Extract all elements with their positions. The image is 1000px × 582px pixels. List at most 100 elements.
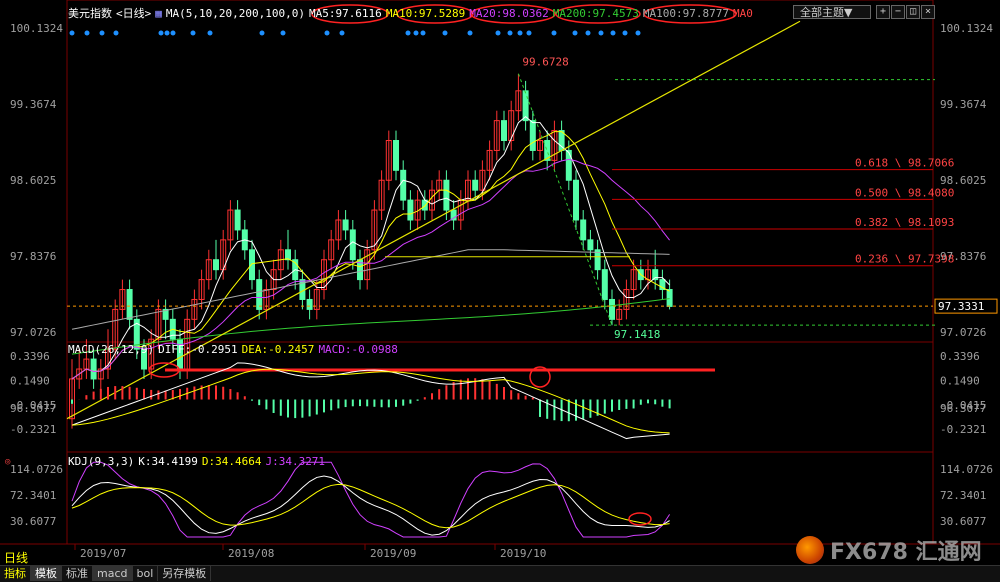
kdj-k: K:34.4199	[138, 455, 198, 468]
ma5-value: MA5:97.6116	[308, 7, 382, 20]
candle-body[interactable]	[249, 249, 255, 281]
ma200-value: MA200:97.4573	[552, 7, 639, 20]
price-axis-left-label: 98.6025	[10, 174, 56, 187]
brand-text: FX678 汇通网	[830, 540, 982, 565]
macd-header: MACD(26,12,9) DIFF:-0.2951 DEA:-0.2457 MACD…	[68, 343, 402, 356]
kdj-d-line	[71, 483, 670, 529]
kdj-d: D:34.4664	[201, 455, 262, 468]
ma100-value: MA100:97.8777	[642, 7, 729, 20]
candle-body[interactable]	[342, 219, 349, 231]
price-header: 美元指数 <日线> ▦ MA(5,10,20,200,100,0) MA5:97.611…	[68, 5, 757, 21]
trend-line[interactable]	[66, 20, 801, 420]
candle-body[interactable]	[580, 219, 587, 241]
macd-axis-left-label: -0.2321	[10, 423, 56, 436]
macd-axis-left-label: 0.3396	[10, 350, 50, 363]
candle-body[interactable]	[601, 269, 608, 300]
kdj-k-line	[71, 475, 670, 536]
signal-dot	[190, 30, 196, 36]
kdj-header: KDJ(9,3,3) K:34.4199 D:34.4664 J:34.3271	[68, 455, 329, 468]
high-annotation: 99.6728	[522, 56, 568, 69]
signal-dot	[572, 30, 578, 36]
macd-diff-line	[71, 362, 670, 440]
ma10-value: MA10:97.5289	[385, 7, 466, 20]
minus-icon[interactable]: −	[891, 5, 905, 19]
candle-body[interactable]	[472, 179, 479, 191]
signal-dot	[551, 30, 557, 36]
candle-body[interactable]	[234, 209, 241, 231]
tab-macd[interactable]: macd	[93, 566, 133, 581]
price-panel	[66, 0, 934, 343]
ma100-line	[71, 249, 670, 330]
candle-body[interactable]	[393, 140, 399, 171]
signal-dot	[113, 30, 119, 36]
macd-axis-left-label: -0.0415	[10, 399, 56, 412]
close-icon[interactable]: ×	[921, 5, 935, 19]
signal-dot	[420, 30, 426, 36]
price-axis-left-label: 97.8376	[10, 250, 56, 263]
tab-standard[interactable]: 标准	[62, 566, 93, 581]
ma20-value: MA20:98.0362	[469, 7, 549, 20]
signal-dot	[84, 30, 90, 36]
signal-dot	[324, 30, 330, 36]
tab-template[interactable]: 模板	[31, 566, 62, 581]
date-axis-label: 2019/08	[228, 547, 274, 560]
tab-bol[interactable]: bol	[133, 566, 159, 581]
signal-dot	[635, 30, 641, 36]
candle-body[interactable]	[587, 239, 594, 251]
candle-body[interactable]	[666, 289, 673, 307]
current-price-value: 97.3331	[938, 300, 984, 313]
macd-axis-right-label: 0.1490	[940, 374, 980, 387]
price-axis-left-label: 97.0726	[10, 326, 56, 339]
kdj-j-line	[71, 461, 671, 538]
candle-body[interactable]	[529, 120, 536, 151]
signal-dot	[517, 30, 523, 36]
signal-dot	[259, 30, 265, 36]
plus-icon[interactable]: +	[876, 5, 890, 19]
chart-canvas[interactable]: 97.3331 0.618 \ 98.7066 0.500 \ 98.4080 0.3…	[0, 0, 1000, 565]
candle-body[interactable]	[565, 149, 572, 181]
price-axis-left-label: 99.3674	[10, 98, 57, 111]
theme-select-button[interactable]: 全部主题▼	[793, 5, 871, 19]
candle-body[interactable]	[90, 358, 97, 380]
candle-body[interactable]	[306, 298, 313, 310]
ma0-value: MA0	[732, 7, 753, 20]
candle-body[interactable]	[443, 179, 450, 211]
bottom-toolbar: 指标 模板 标准 macd bol 另存模板	[0, 565, 1000, 582]
ma-params: MA(5,10,20,200,100,0)	[165, 7, 305, 20]
candle-body[interactable]	[126, 289, 133, 320]
candle-body[interactable]	[501, 120, 507, 142]
candle-body[interactable]	[609, 298, 615, 320]
candle-body[interactable]	[407, 199, 414, 221]
kdj-axis-left-label: 72.3401	[10, 489, 56, 502]
macd-diff: DIFF:-0.2951	[158, 343, 238, 356]
fib-level-label: 0.500 \ 98.4080	[855, 186, 954, 199]
signal-dot	[622, 30, 628, 36]
kdj-axis-left-label: 114.0726	[10, 463, 63, 476]
signal-dot	[442, 30, 448, 36]
brand-logo: FX678 汇通网	[796, 534, 982, 566]
signal-dot	[467, 30, 473, 36]
kdj-axis-right-label: 30.6077	[940, 515, 986, 528]
fib-level-label: 0.382 \ 98.1093	[855, 216, 954, 229]
period-selector[interactable]: 日线	[4, 549, 28, 566]
period-tag: <日线>	[116, 7, 152, 20]
tab-indicator[interactable]: 指标	[0, 566, 31, 581]
kdj-params: KDJ(9,3,3)	[68, 455, 135, 468]
candle-body[interactable]	[256, 279, 263, 310]
low-annotation: 97.1418	[614, 328, 660, 341]
signal-dot	[585, 30, 591, 36]
ma-legend-icon: ▦	[155, 7, 162, 20]
macd-panel	[66, 341, 934, 453]
kdj-settings-icon[interactable]: ◎	[5, 457, 10, 467]
macd-axis-left-label: 0.1490	[10, 374, 50, 387]
candle-body[interactable]	[400, 169, 407, 201]
candle-body[interactable]	[213, 259, 219, 271]
signal-dot	[207, 30, 213, 36]
candle-body[interactable]	[573, 179, 579, 221]
macd-dea-line	[71, 368, 670, 434]
candle-body[interactable]	[349, 229, 356, 261]
price-axis-right-label: 98.6025	[940, 174, 986, 187]
tab-save-template[interactable]: 另存模板	[158, 566, 212, 581]
date-axis-label: 2019/10	[500, 547, 546, 560]
restore-icon[interactable]: ◫	[906, 5, 920, 19]
